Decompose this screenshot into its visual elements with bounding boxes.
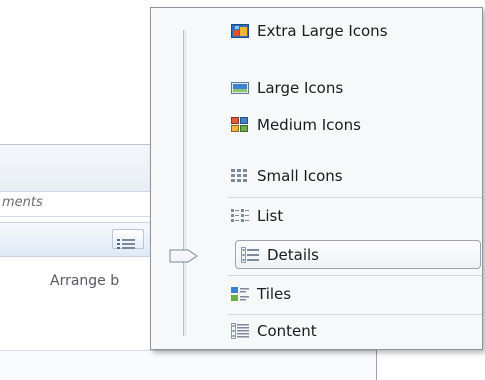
- menu-item-list[interactable]: List: [231, 203, 483, 229]
- tiles-icon: [231, 286, 249, 302]
- menu-item-label: Extra Large Icons: [257, 22, 388, 40]
- large-icons-icon: [231, 80, 249, 96]
- details-pane: [0, 351, 376, 380]
- menu-item-content[interactable]: Content: [231, 318, 483, 344]
- menu-item-medium-icons[interactable]: Medium Icons: [231, 112, 483, 138]
- menu-separator: [227, 197, 482, 198]
- menu-item-label: Content: [257, 322, 317, 340]
- content-icon: [231, 323, 249, 339]
- view-menu: Extra Large Icons Large Icons Medium Ico…: [150, 7, 483, 350]
- menu-item-label: Tiles: [257, 285, 292, 303]
- menu-item-small-icons[interactable]: Small Icons: [231, 163, 483, 189]
- menu-item-label: List: [257, 207, 284, 225]
- change-view-button[interactable]: [112, 229, 144, 249]
- small-icons-icon: [231, 168, 249, 184]
- view-slider-thumb[interactable]: [169, 248, 199, 267]
- extra-large-icons-icon: [231, 23, 249, 39]
- menu-item-label: Details: [267, 245, 320, 264]
- arrange-by-label[interactable]: Arrange b: [50, 273, 119, 289]
- menu-item-label: Large Icons: [257, 79, 344, 97]
- menu-separator: [227, 314, 482, 315]
- details-icon: [241, 246, 259, 263]
- list-icon: [231, 208, 249, 224]
- search-text: ments: [2, 195, 43, 210]
- menu-item-extra-large-icons[interactable]: Extra Large Icons: [231, 18, 483, 44]
- details-icon: [117, 234, 135, 253]
- menu-separator: [227, 275, 482, 276]
- menu-item-large-icons[interactable]: Large Icons: [231, 75, 483, 101]
- medium-icons-icon: [231, 117, 249, 133]
- menu-item-details[interactable]: Details: [235, 240, 481, 269]
- menu-item-label: Medium Icons: [257, 116, 361, 134]
- menu-item-label: Small Icons: [257, 167, 343, 185]
- view-slider-track[interactable]: [183, 30, 188, 336]
- menu-item-tiles[interactable]: Tiles: [231, 281, 483, 307]
